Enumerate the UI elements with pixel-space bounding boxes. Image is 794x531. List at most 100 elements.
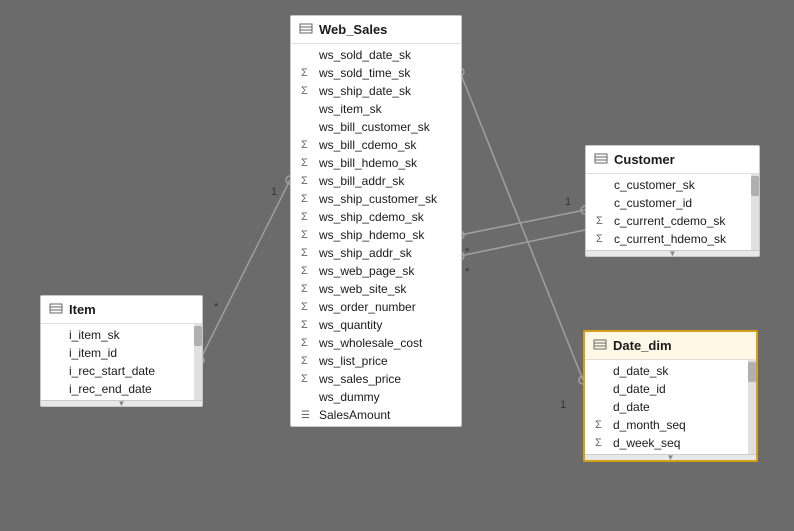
table-icon (594, 153, 608, 167)
field-name: d_date (613, 400, 650, 414)
web-sales-title: Web_Sales (319, 22, 387, 37)
table-icon (49, 303, 63, 317)
field-ws_wholesale_cost: Σ ws_wholesale_cost (291, 334, 461, 352)
field-name: ws_web_site_sk (319, 282, 406, 296)
scroll-indicator-bottom: ▼ (41, 400, 202, 406)
field-i_item_id: i_item_id (41, 344, 192, 362)
web-sales-body: ws_sold_date_sk Σ ws_sold_time_sk Σ ws_s… (291, 44, 461, 426)
customer-header: Customer (586, 146, 759, 174)
field-d_month_seq: Σ d_month_seq (585, 416, 746, 434)
field-ws_quantity: Σ ws_quantity (291, 316, 461, 334)
customer-body: c_customer_sk c_customer_id Σ c_current_… (586, 174, 759, 250)
table-icon (593, 339, 607, 353)
field-name: ws_ship_addr_sk (319, 246, 412, 260)
field-name: ws_ship_date_sk (319, 84, 411, 98)
field-name: c_current_cdemo_sk (614, 214, 725, 228)
field-ws_dummy: ws_dummy (291, 388, 461, 406)
field-i_item_sk: i_item_sk (41, 326, 192, 344)
date-dim-table: Date_dim d_date_sk d_date_id d_date Σ d_… (583, 330, 758, 462)
scroll-indicator-bottom: ▼ (586, 250, 759, 256)
scroll-indicator-bottom: ▼ (585, 454, 756, 460)
field-ws_web_site_sk: Σ ws_web_site_sk (291, 280, 461, 298)
label-cust-star: * (465, 246, 470, 258)
item-body: i_item_sk i_item_id i_rec_start_date i_r… (41, 324, 202, 400)
field-icon: Σ (301, 211, 315, 223)
field-i_rec_end_date: i_rec_end_date (41, 380, 192, 398)
label-date-one: 1 (560, 399, 566, 411)
field-ws_ship_date_sk: Σ ws_ship_date_sk (291, 82, 461, 100)
date-dim-body: d_date_sk d_date_id d_date Σ d_month_seq… (585, 360, 756, 454)
web-sales-table: Web_Sales ws_sold_date_sk Σ ws_sold_time… (290, 15, 462, 427)
field-ws_sales_price: Σ ws_sales_price (291, 370, 461, 388)
field-name: ws_bill_hdemo_sk (319, 156, 417, 170)
date-dim-title: Date_dim (613, 338, 672, 353)
field-ws_sold_date_sk: ws_sold_date_sk (291, 46, 461, 64)
field-c_customer_sk: c_customer_sk (586, 176, 749, 194)
field-icon: Σ (301, 337, 315, 349)
field-ws_ship_addr_sk: Σ ws_ship_addr_sk (291, 244, 461, 262)
field-icon: Σ (301, 85, 315, 97)
date-dim-header: Date_dim (585, 332, 756, 360)
field-icon: Σ (301, 373, 315, 385)
field-name: d_date_id (613, 382, 666, 396)
field-name: ws_dummy (319, 390, 380, 404)
label-cust-one: 1 (565, 196, 571, 208)
field-name: ws_ship_customer_sk (319, 192, 437, 206)
field-icon: Σ (301, 139, 315, 151)
field-d_date_sk: d_date_sk (585, 362, 746, 380)
field-ws_item_sk: ws_item_sk (291, 100, 461, 118)
date-dim-scrollbar[interactable] (748, 360, 756, 454)
field-i_rec_start_date: i_rec_start_date (41, 362, 192, 380)
field-ws_ship_cdemo_sk: Σ ws_ship_cdemo_sk (291, 208, 461, 226)
field-name: ws_bill_customer_sk (319, 120, 430, 134)
field-icon: Σ (301, 157, 315, 169)
web-sales-header: Web_Sales (291, 16, 461, 44)
customer-scrollbar[interactable] (751, 174, 759, 250)
item-header: Item (41, 296, 202, 324)
field-d_week_seq: Σ d_week_seq (585, 434, 746, 452)
field-icon: Σ (301, 283, 315, 295)
field-ws_ship_customer_sk: Σ ws_ship_customer_sk (291, 190, 461, 208)
field-icon: Σ (301, 67, 315, 79)
field-name: ws_ship_hdemo_sk (319, 228, 424, 242)
field-name: c_customer_id (614, 196, 692, 210)
field-name: d_date_sk (613, 364, 668, 378)
field-ws_order_number: Σ ws_order_number (291, 298, 461, 316)
field-sales-amount: ☰ SalesAmount (291, 406, 461, 424)
field-icon: Σ (301, 175, 315, 187)
field-name: ws_sales_price (319, 372, 401, 386)
field-name: c_customer_sk (614, 178, 695, 192)
field-c_current_cdemo_sk: Σ c_current_cdemo_sk (586, 212, 749, 230)
field-ws_web_page_sk: Σ ws_web_page_sk (291, 262, 461, 280)
customer-title: Customer (614, 152, 675, 167)
field-name: ws_sold_date_sk (319, 48, 411, 62)
field-name: SalesAmount (319, 408, 390, 422)
item-scrollbar[interactable] (194, 324, 202, 400)
item-title: Item (69, 302, 96, 317)
field-icon: ☰ (301, 410, 315, 421)
field-name: ws_bill_cdemo_sk (319, 138, 416, 152)
field-name: ws_quantity (319, 318, 382, 332)
customer-table: Customer c_customer_sk c_customer_id Σ c… (585, 145, 760, 257)
field-icon: Σ (595, 437, 609, 449)
canvas: * 1 * 1 * 1 Web_Sales (0, 0, 794, 531)
field-name: c_current_hdemo_sk (614, 232, 726, 246)
field-c_customer_id: c_customer_id (586, 194, 749, 212)
field-icon: Σ (301, 301, 315, 313)
field-name: d_week_seq (613, 436, 680, 450)
field-icon: Σ (301, 319, 315, 331)
label-cust2-star: * (465, 266, 470, 278)
field-icon: Σ (595, 419, 609, 431)
field-icon: Σ (596, 215, 610, 227)
field-icon: Σ (301, 193, 315, 205)
customer-scrollbar-thumb (751, 176, 759, 196)
field-name: i_rec_start_date (69, 364, 155, 378)
field-icon: Σ (301, 247, 315, 259)
field-ws_bill_addr_sk: Σ ws_bill_addr_sk (291, 172, 461, 190)
field-name: ws_order_number (319, 300, 416, 314)
field-ws_sold_time_sk: Σ ws_sold_time_sk (291, 64, 461, 82)
field-ws_list_price: Σ ws_list_price (291, 352, 461, 370)
field-name: i_item_id (69, 346, 117, 360)
field-d_date_id: d_date_id (585, 380, 746, 398)
field-name: ws_list_price (319, 354, 388, 368)
